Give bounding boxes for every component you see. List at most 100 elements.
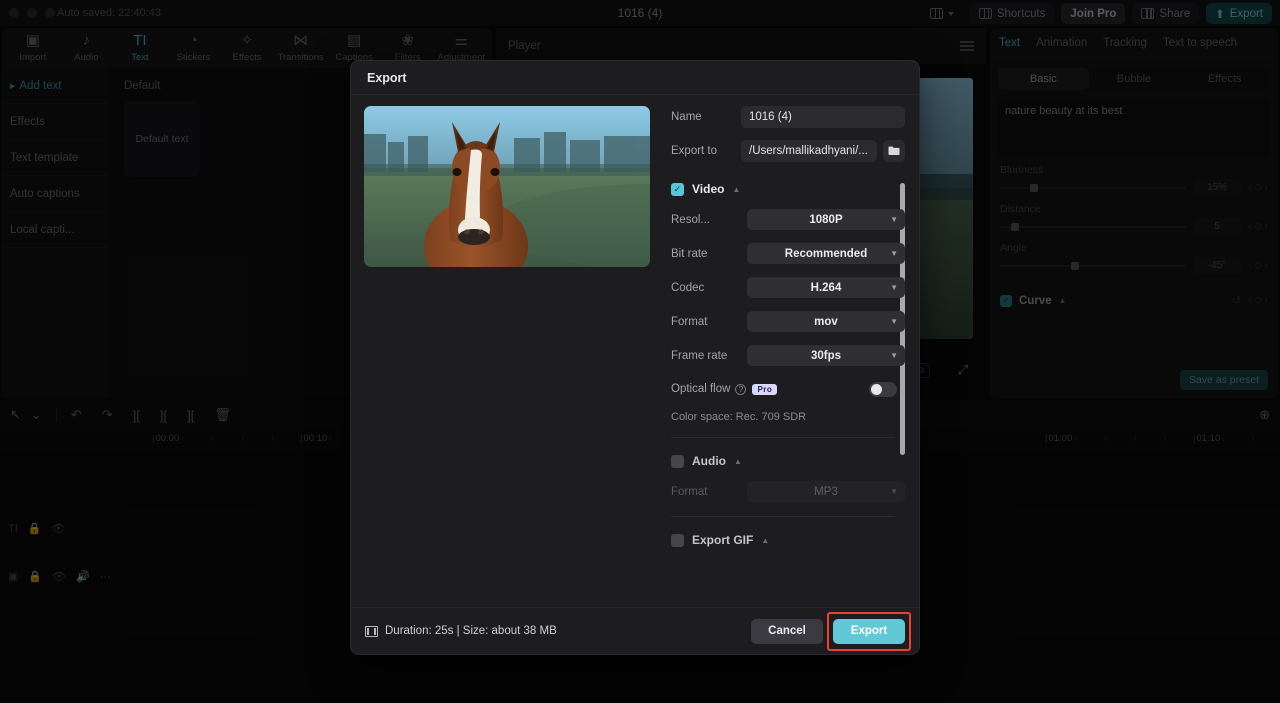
distance-value[interactable]: 5 bbox=[1193, 218, 1242, 235]
tool-stickers[interactable]: ◔ Stickers bbox=[167, 32, 221, 63]
segment-basic[interactable]: Basic bbox=[998, 68, 1089, 90]
name-input[interactable]: 1016 (4) bbox=[741, 106, 905, 128]
framerate-value: 30fps bbox=[810, 349, 842, 362]
export-dialog-body: Name 1016 (4) Export to /Users/mallikadh… bbox=[351, 95, 919, 607]
segment-effects[interactable]: Effects bbox=[1179, 68, 1270, 90]
tool-label: Stickers bbox=[176, 52, 211, 64]
library-card-default-text[interactable]: Default text bbox=[124, 101, 200, 177]
lock-icon[interactable]: 🔒 bbox=[28, 522, 42, 535]
ruler-tick: 01:10 bbox=[1193, 433, 1220, 444]
reset-icon[interactable]: ↺ bbox=[1232, 294, 1241, 307]
chevron-up-icon[interactable]: ▲ bbox=[734, 457, 742, 466]
lock-icon[interactable]: 🔒 bbox=[28, 570, 42, 583]
trim-right-icon[interactable]: ][ bbox=[177, 408, 204, 423]
zoom-in-icon[interactable]: ⊕ bbox=[1249, 407, 1280, 423]
more-options-icon[interactable]: ⋯ bbox=[100, 570, 111, 583]
save-as-preset-button[interactable]: Save as preset bbox=[1179, 370, 1268, 390]
sidebar-item-local-captions[interactable]: Local capti... bbox=[2, 212, 108, 248]
video-section-header: ✓ Video ▲ bbox=[671, 179, 905, 199]
keyframe-controls[interactable]: ‹ ◇ › bbox=[1248, 221, 1268, 232]
format-select[interactable]: mov ▼ bbox=[747, 311, 905, 332]
help-icon[interactable]: ? bbox=[735, 383, 747, 395]
video-checkbox[interactable]: ✓ bbox=[671, 182, 684, 196]
export-settings-scroll-area: ✓ Video ▲ Resol... 1080P ▼ Bit rate Reco… bbox=[671, 179, 905, 597]
sidebar-item-effects[interactable]: Effects bbox=[2, 104, 108, 140]
gif-section-header: Export GIF ▲ bbox=[671, 530, 905, 550]
segment-bubble[interactable]: Bubble bbox=[1089, 68, 1180, 90]
volume-icon[interactable]: 🔊 bbox=[76, 570, 90, 583]
audio-checkbox[interactable] bbox=[671, 454, 684, 468]
chevron-up-icon[interactable]: ▲ bbox=[732, 185, 740, 194]
framerate-select[interactable]: 30fps ▼ bbox=[747, 345, 905, 366]
keyframe-controls[interactable]: ‹ ◇ › bbox=[1248, 260, 1268, 271]
property-bluriness: Bluriness 15% ‹ ◇ › bbox=[1000, 164, 1268, 196]
text-content-input[interactable]: nature beauty at its best bbox=[998, 99, 1270, 157]
tool-transitions[interactable]: ⋈ Transitions bbox=[274, 32, 328, 63]
left-nav: ▶ Add text Effects Text template Auto ca… bbox=[2, 68, 108, 398]
export-button-titlebar[interactable]: ⬆ Export bbox=[1206, 3, 1272, 24]
angle-slider[interactable] bbox=[1000, 260, 1187, 272]
share-button[interactable]: Share bbox=[1132, 3, 1200, 24]
join-pro-button[interactable]: Join Pro bbox=[1061, 3, 1126, 24]
pointer-tool-icon[interactable]: ↖ bbox=[0, 407, 31, 423]
tab-text-to-speech[interactable]: Text to speech bbox=[1163, 37, 1237, 49]
property-angle: Angle -45° ‹ ◇ › bbox=[1000, 242, 1268, 274]
preview-image bbox=[364, 106, 650, 267]
optical-flow-toggle[interactable] bbox=[869, 381, 897, 397]
sidebar-item-add-text[interactable]: ▶ Add text bbox=[2, 68, 108, 104]
pointer-dropdown-icon[interactable]: ⌄ bbox=[31, 407, 52, 423]
split-icon[interactable]: ][ bbox=[123, 408, 150, 423]
player-menu-icon[interactable] bbox=[960, 39, 974, 54]
tool-adjustment[interactable]: ⚌ Adjustment bbox=[435, 32, 489, 63]
bluriness-slider[interactable] bbox=[1000, 182, 1187, 194]
chevron-down-icon: ▼ bbox=[890, 351, 898, 360]
sidebar-item-auto-captions[interactable]: Auto captions bbox=[2, 176, 108, 212]
optical-flow-row: Optical flow ? Pro bbox=[671, 379, 905, 399]
sidebar-item-text-template[interactable]: Text template bbox=[2, 140, 108, 176]
codec-value: H.264 bbox=[810, 281, 842, 294]
audio-format-select: MP3 ▼ bbox=[747, 481, 905, 502]
fullscreen-icon[interactable]: ⤢ bbox=[958, 362, 968, 378]
eye-icon[interactable]: 👁 bbox=[52, 570, 66, 583]
keyframe-controls[interactable]: ‹ ◇ › bbox=[1248, 182, 1268, 193]
tab-text[interactable]: Text bbox=[999, 37, 1020, 49]
tab-animation[interactable]: Animation bbox=[1036, 37, 1087, 49]
chevron-up-icon[interactable]: ▲ bbox=[761, 536, 769, 545]
browse-folder-button[interactable] bbox=[883, 140, 905, 162]
codec-select[interactable]: H.264 ▼ bbox=[747, 277, 905, 298]
export-confirm-button[interactable]: Export bbox=[833, 618, 905, 644]
cancel-button[interactable]: Cancel bbox=[751, 618, 823, 644]
ruler-tick: 01:00 bbox=[1045, 433, 1072, 444]
trim-left-icon[interactable]: ][ bbox=[150, 408, 177, 423]
keyframe-controls[interactable]: ‹ ◇ › bbox=[1248, 295, 1268, 306]
stickers-icon: ◔ bbox=[188, 32, 198, 50]
bluriness-value[interactable]: 15% bbox=[1193, 179, 1242, 196]
angle-value[interactable]: -45° bbox=[1193, 257, 1242, 274]
app-root: Auto saved: 22:40:43 1016 (4) Shortcuts … bbox=[0, 0, 1280, 703]
tool-filters[interactable]: ❀ Filters bbox=[381, 32, 435, 63]
chevron-up-icon[interactable]: ▲ bbox=[1059, 296, 1067, 305]
chevron-down-icon: ▼ bbox=[890, 283, 898, 292]
gif-checkbox[interactable] bbox=[671, 533, 684, 547]
bitrate-select[interactable]: Recommended ▼ bbox=[747, 243, 905, 264]
curve-checkbox[interactable]: ✓ bbox=[1000, 294, 1012, 307]
eye-icon[interactable]: 👁 bbox=[51, 522, 65, 535]
ruler-tick: 00:10 bbox=[300, 433, 327, 444]
delete-icon[interactable]: 🗑 bbox=[204, 407, 241, 423]
distance-slider[interactable] bbox=[1000, 221, 1187, 233]
framerate-row: Frame rate 30fps ▼ bbox=[671, 345, 905, 366]
titlebar-actions: Shortcuts Join Pro Share ⬆ Export bbox=[921, 3, 1272, 24]
redo-icon[interactable]: ↷ bbox=[92, 407, 123, 423]
undo-icon[interactable]: ↶ bbox=[61, 407, 92, 423]
tool-text[interactable]: TI Text bbox=[113, 32, 167, 63]
layout-switcher-button[interactable] bbox=[921, 3, 963, 24]
tool-captions[interactable]: ▤ Captions bbox=[327, 32, 381, 63]
resolution-select[interactable]: 1080P ▼ bbox=[747, 209, 905, 230]
tool-effects[interactable]: ✧ Effects bbox=[220, 32, 274, 63]
tool-audio[interactable]: ♪ Audio bbox=[60, 32, 114, 63]
tab-tracking[interactable]: Tracking bbox=[1103, 37, 1147, 49]
property-label: Bluriness bbox=[1000, 164, 1044, 176]
tool-import[interactable]: ▣ Import bbox=[6, 32, 60, 63]
shortcuts-button[interactable]: Shortcuts bbox=[969, 3, 1055, 24]
export-to-input[interactable]: /Users/mallikadhyani/... bbox=[741, 140, 877, 162]
